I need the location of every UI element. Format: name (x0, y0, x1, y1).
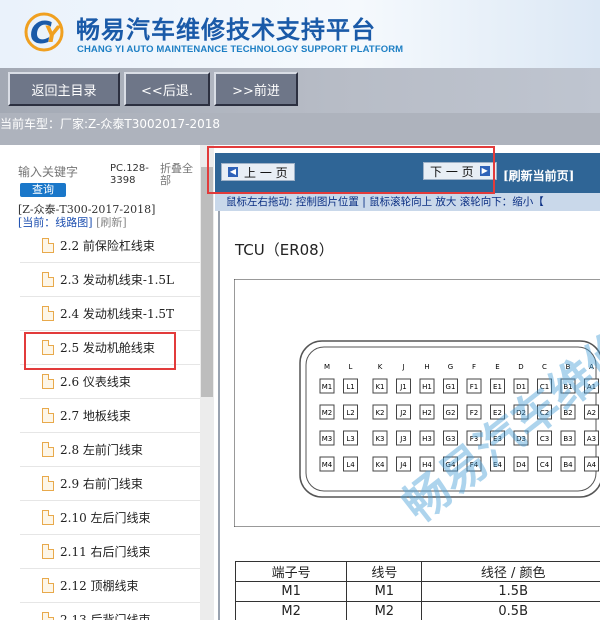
column-label: D (518, 363, 523, 371)
document-icon (42, 408, 54, 423)
tree-path: [Z-众泰-T300-2017-2018] (18, 203, 156, 216)
pin-label: B3 (563, 435, 572, 443)
pin-label: K4 (375, 461, 385, 469)
diagram-viewer[interactable]: TCU（ER08） M M1 M2 M3 M4 L L1 L2 L3 L4 K K1 K2 K3 K4 J J1… (218, 211, 600, 620)
document-icon (42, 476, 54, 491)
pin-label: K3 (375, 435, 384, 443)
pin-label: F1 (470, 383, 478, 391)
tree-item[interactable]: 2.3 发动机线束-1.5L (20, 263, 200, 297)
pin-label: J1 (399, 383, 407, 391)
app-header: C Y 畅易汽车维修技术支持平台 CHANG YI AUTO MAINTENAN… (0, 0, 600, 68)
document-icon (42, 272, 54, 287)
nav-bar: 返回主目录 <<后退. >>前进 (0, 68, 600, 113)
pin-label: L1 (346, 383, 354, 391)
tree-item[interactable]: 2.13 后背门线束 (20, 603, 200, 620)
tree-item[interactable]: 2.2 前保险杠线束 (20, 229, 200, 263)
pin-label: M3 (322, 435, 333, 443)
tree-header: [Z-众泰-T300-2017-2018] [当前：线路图] [刷新] (18, 203, 198, 229)
main-panel: ◀ 上 一 页 下 一 页 ▶ [刷新当前页] 鼠标左右拖动: 控制图片位置 |… (215, 145, 600, 620)
collapse-all-link[interactable]: 折叠全部 (160, 163, 200, 187)
tree-item[interactable]: 2.6 仪表线束 (20, 365, 200, 399)
table-header: 端子号 (234, 561, 348, 582)
pin-label: L4 (346, 461, 355, 469)
pin-label: K2 (375, 409, 384, 417)
column-label: H (424, 363, 429, 371)
document-icon (42, 374, 54, 389)
document-icon (42, 238, 54, 253)
pin-label: M4 (322, 461, 333, 469)
document-icon (42, 510, 54, 525)
pin-label: M1 (322, 383, 333, 391)
refresh-page-button[interactable]: [刷新当前页] (503, 167, 574, 184)
tree-item[interactable]: 2.11 右后门线束 (20, 535, 200, 569)
document-icon (42, 578, 54, 593)
table-row: M1 M1 1.5B (234, 581, 600, 602)
app-title: 畅易汽车维修技术支持平台 (76, 16, 376, 44)
column-label: F (472, 363, 476, 371)
sidebar-scrollbar[interactable] (200, 145, 214, 620)
tree-item[interactable]: 2.8 左前门线束 (20, 433, 200, 467)
pin-label: A3 (587, 435, 596, 443)
document-icon (42, 442, 54, 457)
terminal-table: 端子号 线号 线径 / 颜色 M1 M1 1.5B M2 M2 0.5B (234, 561, 600, 620)
column-label: L (349, 363, 353, 371)
column-label: J (401, 363, 404, 371)
pin-label: A4 (587, 461, 597, 469)
back-button[interactable]: <<后退. (124, 72, 210, 106)
usage-hint: 鼠标左右拖动: 控制图片位置 | 鼠标滚轮向上 放大 滚轮向下：缩小【 (215, 193, 600, 211)
tree-item[interactable]: 2.7 地板线束 (20, 399, 200, 433)
document-icon (42, 544, 54, 559)
sidebar: 查询 PC.128-3398 折叠全部 [Z-众泰-T300-2017-2018… (0, 145, 215, 620)
tree-refresh-link[interactable]: [刷新] (96, 216, 127, 229)
pin-label: G2 (446, 409, 456, 417)
table-header: 线径 / 颜色 (421, 561, 600, 582)
pin-label: K1 (375, 383, 384, 391)
app-subtitle: CHANG YI AUTO MAINTENANCE TECHNOLOGY SUP… (77, 44, 404, 55)
table-row: M2 M2 0.5B (234, 601, 600, 620)
pin-label: D4 (516, 461, 526, 469)
pin-label: J3 (399, 435, 407, 443)
pin-label: L2 (346, 409, 354, 417)
search-input[interactable] (18, 163, 106, 181)
watermark-text: 畅易汽车维修 (392, 320, 600, 527)
table-header: 线号 (346, 561, 423, 582)
pin-label: E1 (493, 383, 502, 391)
pin-label: H2 (422, 409, 432, 417)
pin-label: J4 (399, 461, 407, 469)
pin-label: H1 (422, 383, 432, 391)
tree-item[interactable]: 2.4 发动机线束-1.5T (20, 297, 200, 331)
document-icon (42, 612, 54, 620)
current-view-label: [当前：线路图] (18, 216, 93, 229)
pin-label: M2 (322, 409, 333, 417)
column-label: K (378, 363, 383, 371)
scroll-thumb[interactable] (201, 167, 213, 397)
highlight-tree-item (24, 332, 176, 370)
connector-diagram: M M1 M2 M3 M4 L L1 L2 L3 L4 K K1 K2 K3 K4 J J1 J2 J3 J4 H H1 H… (234, 279, 600, 527)
pin-label: C4 (540, 461, 550, 469)
forward-button[interactable]: >>前进 (214, 72, 298, 106)
pin-label: G1 (446, 383, 456, 391)
column-label: E (495, 363, 499, 371)
column-label: G (448, 363, 453, 371)
home-button[interactable]: 返回主目录 (8, 72, 120, 106)
pin-label: F2 (470, 409, 478, 417)
column-label: M (324, 363, 330, 371)
tree-item[interactable]: 2.9 右前门线束 (20, 467, 200, 501)
tree-item[interactable]: 2.12 顶棚线束 (20, 569, 200, 603)
pin-label: L3 (346, 435, 354, 443)
tree-item[interactable]: 2.10 左后门线束 (20, 501, 200, 535)
pin-label: H3 (422, 435, 432, 443)
vehicle-info: 当前车型：厂家:Z-众泰T3002017-2018 (0, 113, 600, 145)
pin-label: J2 (399, 409, 407, 417)
brand-logo-icon: C Y (24, 12, 64, 52)
search-box: 查询 (18, 159, 108, 199)
pin-label: B4 (563, 461, 573, 469)
document-icon (42, 306, 54, 321)
pc-id: PC.128-3398 (110, 163, 149, 186)
diagram-title: TCU（ER08） (235, 241, 334, 259)
search-button[interactable]: 查询 (20, 183, 66, 197)
svg-text:Y: Y (44, 23, 62, 48)
highlight-page-nav (207, 146, 495, 194)
pin-label: A2 (587, 409, 596, 417)
